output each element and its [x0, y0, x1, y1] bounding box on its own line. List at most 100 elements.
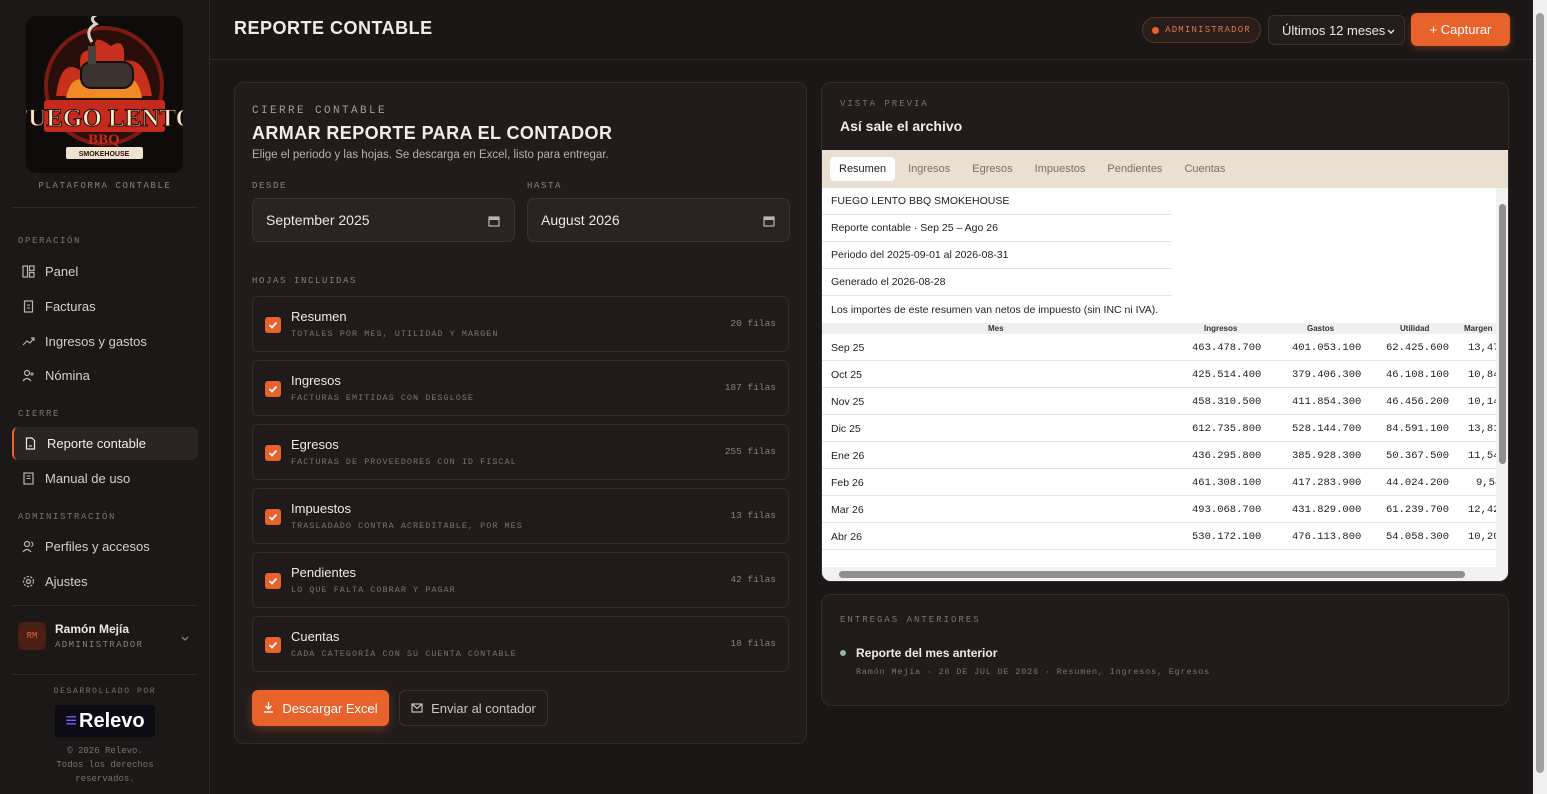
builder-description: Elige el periodo y las hojas. Se descarg…: [252, 149, 609, 161]
table-row: Sep 25 463.478.700 401.053.100 62.425.600 13…: [822, 334, 1500, 361]
spreadsheet-preview: Resumen Ingresos Egresos Impuestos Pendi…: [822, 150, 1508, 581]
sheet-option-pendientes[interactable]: Pendientes LO QUE FALTA COBRAR Y PAGAR 4…: [252, 552, 789, 608]
from-date-input[interactable]: September 2025: [252, 198, 515, 242]
checkbox[interactable]: [265, 509, 281, 525]
page-scrollbar[interactable]: [1533, 0, 1547, 794]
checkbox[interactable]: [265, 445, 281, 461]
table-row: Mar 26 493.068.700 431.829.000 61.239.700 12…: [822, 496, 1500, 523]
brand-logo[interactable]: FUEGO LENTO BBQ SMOKEHOUSE: [26, 16, 183, 173]
sidebar-item-label: Reporte contable: [47, 436, 147, 451]
sheet-name: Cuentas: [291, 629, 340, 644]
users-icon: [21, 540, 35, 554]
sheet-description: TOTALES POR MES, UTILIDAD Y MARGEN: [291, 329, 499, 339]
sidebar-item-ajustes[interactable]: Ajustes: [12, 565, 198, 598]
section-operacion: OPERACIÓN: [18, 236, 82, 246]
checkbox[interactable]: [265, 573, 281, 589]
checkbox[interactable]: [265, 317, 281, 333]
sheet-row-count: 42 filas: [730, 574, 776, 585]
svg-text:SMOKEHOUSE: SMOKEHOUSE: [79, 151, 130, 158]
table-row: Nov 25 458.310.500 411.854.300 46.456.200 10…: [822, 388, 1500, 415]
checkbox[interactable]: [265, 381, 281, 397]
sheet-description: FACTURAS DE PROVEEDORES CON ID FISCAL: [291, 457, 517, 467]
smoker-grill-icon: FUEGO LENTO BBQ SMOKEHOUSE: [26, 16, 183, 159]
to-date-input[interactable]: August 2026: [527, 198, 790, 242]
tab-impuestos[interactable]: Impuestos: [1026, 157, 1095, 181]
sidebar-item-facturas[interactable]: Facturas: [12, 290, 198, 323]
status-dot-icon: [1152, 26, 1160, 34]
download-icon: [263, 701, 274, 716]
delivery-title[interactable]: Reporte del mes anterior: [856, 646, 997, 660]
copyright: © 2026 Relevo. Todos los derechos reserv…: [56, 746, 154, 784]
capture-button[interactable]: + Capturar: [1411, 13, 1510, 46]
sidebar-item-label: Manual de uso: [45, 471, 131, 486]
platform-label: PLATAFORMA CONTABLE: [38, 181, 172, 191]
checkbox[interactable]: [265, 637, 281, 653]
sheet-name: Resumen: [291, 309, 347, 324]
horizontal-scrollbar[interactable]: [822, 567, 1496, 581]
tab-egresos[interactable]: Egresos: [963, 157, 1021, 181]
table-row: Dic 25 612.735.800 528.144.700 84.591.100 13…: [822, 415, 1500, 442]
sidebar-item-nomina[interactable]: Nómina: [12, 359, 198, 392]
sheet-row-count: 20 filas: [730, 318, 776, 329]
calendar-icon[interactable]: [763, 214, 775, 230]
sheet-option-cuentas[interactable]: Cuentas CADA CATEGORÍA CON SU CUENTA CON…: [252, 616, 789, 672]
invoice-icon: [21, 300, 35, 314]
sheet-option-egresos[interactable]: Egresos FACTURAS DE PROVEEDORES CON ID F…: [252, 424, 789, 480]
meta-row: Generado el 2026-08-28: [822, 269, 1172, 296]
table-header: Mes Ingresos Gastos Utilidad Margen: [822, 323, 1497, 334]
mail-icon: [411, 701, 423, 716]
sidebar-item-perfiles[interactable]: Perfiles y accesos: [12, 530, 198, 563]
column-header: Gastos: [1307, 324, 1335, 333]
app: FUEGO LENTO BBQ SMOKEHOUSE PLATAFORMA CO…: [0, 0, 1547, 794]
sheet-description: TRASLADADO CONTRA ACREDITABLE, POR MES: [291, 521, 523, 531]
chevron-down-icon: [1386, 25, 1396, 40]
download-excel-button[interactable]: Descargar Excel: [252, 690, 389, 726]
sheet-option-resumen[interactable]: Resumen TOTALES POR MES, UTILIDAD Y MARG…: [252, 296, 789, 352]
sheet-option-impuestos[interactable]: Impuestos TRASLADADO CONTRA ACREDITABLE,…: [252, 488, 789, 544]
sheet-name: Ingresos: [291, 373, 341, 388]
vertical-scrollbar[interactable]: [1496, 188, 1508, 581]
sheet-row-count: 187 filas: [724, 382, 776, 393]
tab-resumen[interactable]: Resumen: [830, 157, 896, 181]
trend-icon: [21, 335, 35, 349]
meta-row: Periodo del 2025-09-01 al 2026-08-31: [822, 242, 1172, 269]
report-builder-panel: CIERRE CONTABLE ARMAR REPORTE PARA EL CO…: [234, 82, 807, 744]
send-to-accountant-button[interactable]: Enviar al contador: [399, 690, 548, 726]
preview-title: Así sale el archivo: [840, 118, 963, 134]
scroll-thumb[interactable]: [1499, 204, 1506, 464]
status-dot-icon: [840, 650, 846, 656]
tab-ingresos[interactable]: Ingresos: [899, 157, 959, 181]
scroll-thumb[interactable]: [839, 571, 1465, 578]
sheet-description: FACTURAS EMITIDAS CON DESGLOSE: [291, 393, 475, 403]
scroll-thumb[interactable]: [1536, 13, 1544, 773]
sheet-description: LO QUE FALTA COBRAR Y PAGAR: [291, 585, 456, 595]
sheet-option-ingresos[interactable]: Ingresos FACTURAS EMITIDAS CON DESGLOSE …: [252, 360, 789, 416]
period-select[interactable]: Últimos 12 meses: [1268, 15, 1405, 45]
sidebar-item-label: Facturas: [45, 299, 96, 314]
sheet-row-count: 18 filas: [730, 638, 776, 649]
table-row: Oct 25 425.514.400 379.406.300 46.108.100 10…: [822, 361, 1500, 388]
sheets-label: HOJAS INCLUIDAS: [252, 276, 358, 286]
sidebar-item-manual[interactable]: Manual de uso: [12, 462, 198, 495]
relevo-logo: ≡ Relevo: [55, 705, 155, 737]
sheet-name: Egresos: [291, 437, 339, 452]
tab-pendientes[interactable]: Pendientes: [1098, 157, 1171, 181]
sidebar-item-ingresos-gastos[interactable]: Ingresos y gastos: [12, 325, 198, 358]
sidebar-item-reporte-contable[interactable]: Reporte contable: [12, 427, 198, 460]
sheet-row-count: 13 filas: [730, 510, 776, 521]
avatar: RM: [18, 622, 46, 650]
sidebar-item-panel[interactable]: Panel: [12, 255, 198, 288]
meta-row: Reporte contable · Sep 25 – Ago 26: [822, 215, 1172, 242]
calendar-icon[interactable]: [488, 214, 500, 230]
table-row: Ene 26 436.295.800 385.928.300 50.367.500 11…: [822, 442, 1500, 469]
role-badge: ADMINISTRADOR: [1142, 17, 1261, 43]
builder-kicker: CIERRE CONTABLE: [252, 105, 388, 117]
from-label: DESDE: [252, 181, 288, 191]
svg-text:FUEGO LENTO: FUEGO LENTO: [26, 105, 183, 132]
column-header: Ingresos: [1204, 324, 1238, 333]
user-menu[interactable]: RM Ramón Mejía ADMINISTRADOR: [18, 618, 198, 654]
tab-cuentas[interactable]: Cuentas: [1175, 157, 1234, 181]
sheet-name: Impuestos: [291, 501, 351, 516]
divider: [12, 207, 198, 208]
user-name: Ramón Mejía: [55, 622, 130, 636]
